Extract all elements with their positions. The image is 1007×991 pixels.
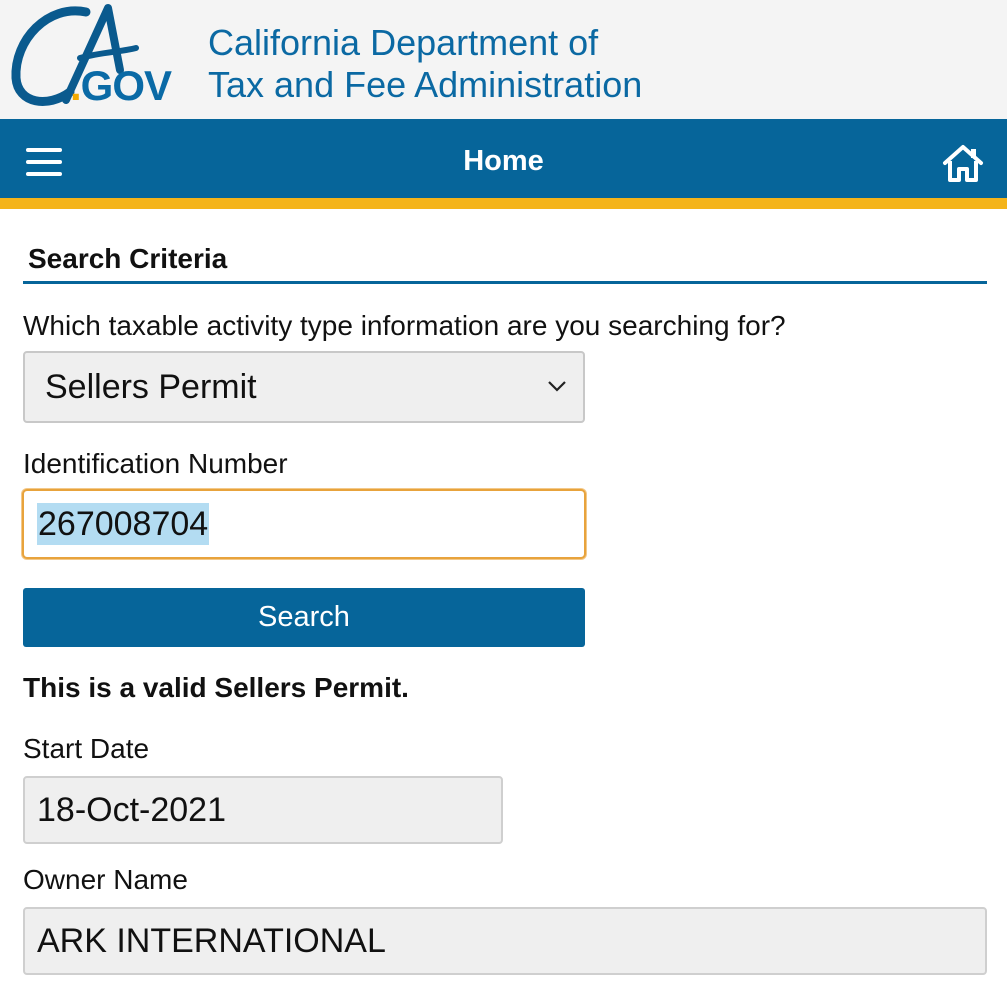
start-date-field: 18-Oct-2021	[23, 776, 503, 844]
ca-gov-logo[interactable]: .GOV	[8, 0, 178, 112]
owner-name-value: ARK INTERNATIONAL	[37, 922, 386, 960]
section-title: Search Criteria	[28, 243, 228, 274]
identification-number-input[interactable]: 267008704	[22, 489, 586, 559]
owner-name-field: ARK INTERNATIONAL	[23, 907, 987, 975]
home-icon[interactable]	[942, 142, 984, 184]
site-header: .GOV California Department of Tax and Fe…	[0, 0, 1007, 119]
activity-type-selected-value: Sellers Permit	[45, 368, 257, 406]
search-button[interactable]: Search	[23, 588, 585, 647]
owner-name-label: Owner Name	[23, 864, 188, 895]
activity-type-select[interactable]: Sellers Permit	[23, 351, 585, 423]
department-title: California Department of Tax and Fee Adm…	[208, 22, 642, 106]
department-title-line1: California Department of	[208, 22, 599, 63]
activity-type-label: Which taxable activity type information …	[23, 310, 786, 341]
identification-number-label: Identification Number	[23, 448, 288, 479]
chevron-down-icon	[548, 381, 566, 392]
section-divider	[23, 281, 987, 284]
start-date-label: Start Date	[23, 733, 150, 764]
nav-accent-stripe	[0, 198, 1007, 209]
validation-message: This is a valid Sellers Permit.	[23, 672, 409, 703]
identification-number-value: 267008704	[37, 503, 210, 545]
start-date-value: 18-Oct-2021	[37, 791, 226, 829]
logo-gov-text: .GOV	[70, 62, 172, 109]
department-title-line2: Tax and Fee Administration	[208, 64, 643, 105]
page-title: Home	[463, 145, 544, 177]
